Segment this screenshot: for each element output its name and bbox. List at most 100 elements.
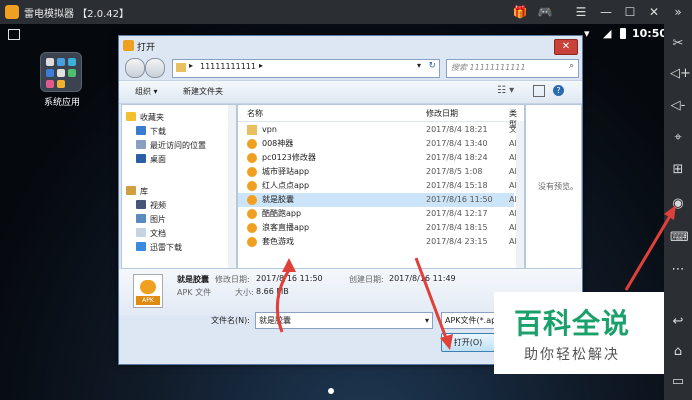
menu-icon[interactable]: ☰ <box>573 4 589 20</box>
close-icon[interactable]: ✕ <box>646 4 662 20</box>
filename-input[interactable]: 就是胶囊 ▾ <box>255 312 433 329</box>
screenshot-icon <box>8 29 20 40</box>
nav-favorites[interactable]: 收藏夹 <box>126 111 164 125</box>
file-name: 就是胶囊 <box>262 195 294 204</box>
filename-dropdown-icon[interactable]: ▾ <box>425 313 429 328</box>
file-row[interactable]: pc0123修改器2017/8/4 18:24APK <box>238 151 524 165</box>
emulator-sidebar: ✂ ◁+ ◁- ⌖ ⊞ ◉ ⌨ ⋯ ↩ ⌂ ▭ <box>664 24 692 400</box>
wifi-icon: ▾ <box>584 27 590 40</box>
address-bar[interactable]: ▸ 11111111111 ▸ ▾ ↻ <box>172 59 440 78</box>
address-folder[interactable]: 11111111111 <box>200 62 256 71</box>
file-list: 名称 修改日期 类型 vpn2017/8/4 18:21文件008神器2017/… <box>237 104 525 269</box>
file-date: 2017/8/16 11:50 <box>426 195 493 204</box>
file-list-scrollbar[interactable] <box>516 121 524 268</box>
apk-file-icon <box>247 195 257 205</box>
location-icon[interactable]: ⌖ <box>670 130 686 146</box>
document-icon <box>136 228 146 237</box>
folder-icon <box>176 63 186 72</box>
file-row[interactable]: 红人点点app2017/8/4 15:18APK <box>238 179 524 193</box>
breadcrumb-separator: ▸ <box>259 61 264 70</box>
file-date: 2017/8/4 12:17 <box>426 209 488 218</box>
organize-button[interactable]: 组织 ▾ <box>135 86 158 97</box>
apk-file-icon <box>247 237 257 247</box>
nav-desktop[interactable]: 桌面 <box>136 153 166 167</box>
refresh-icon[interactable]: ↻ <box>428 61 436 71</box>
view-options-icon[interactable]: ☷ ▾ <box>497 85 514 96</box>
address-dropdown-icon[interactable]: ▾ <box>417 61 421 70</box>
column-date[interactable]: 修改日期 <box>426 108 458 119</box>
forward-arrow-button[interactable] <box>145 58 165 78</box>
file-row[interactable]: 城市驿站app2017/8/5 1:08APK <box>238 165 524 179</box>
fullscreen-icon[interactable]: ✂ <box>670 36 686 52</box>
page-indicator-dot <box>328 388 334 394</box>
detail-size: 8.66 MB <box>256 287 289 296</box>
file-date: 2017/8/4 23:15 <box>426 237 488 246</box>
collapse-icon[interactable]: » <box>670 4 686 20</box>
file-date: 2017/8/5 1:08 <box>426 167 483 176</box>
back-arrow-button[interactable] <box>125 58 145 78</box>
dialog-title: 打开 <box>137 43 156 53</box>
file-name: pc0123修改器 <box>262 153 316 162</box>
file-row[interactable]: 套色游戏2017/8/4 23:15APK <box>238 235 524 249</box>
filename-label: 文件名(N): <box>211 316 250 325</box>
watermark-logo: 百科全说 助你轻松解决 <box>494 292 664 374</box>
detail-created-label: 创建日期: <box>349 275 384 284</box>
recent-places-icon <box>136 140 146 149</box>
minimize-icon[interactable]: — <box>598 4 614 20</box>
file-name: 酷酷跑app <box>262 209 302 218</box>
keyboard-icon[interactable]: ⌨ <box>670 230 689 246</box>
gamepad-icon[interactable]: 🎮 <box>537 4 553 20</box>
library-icon <box>126 186 136 195</box>
file-row[interactable]: 就是胶囊2017/8/16 11:50APK <box>238 193 524 207</box>
file-name: 008神器 <box>262 139 294 148</box>
emulator-title: 雷电模拟器 【2.0.42】 <box>24 9 129 20</box>
desktop-icon <box>136 154 146 163</box>
search-icon[interactable]: ⌕ <box>569 61 574 71</box>
file-date: 2017/8/4 18:21 <box>426 125 488 134</box>
file-row[interactable]: 浪客直播app2017/8/4 18:15APK <box>238 221 524 235</box>
new-folder-button[interactable]: 新建文件夹 <box>183 86 223 97</box>
dialog-close-button[interactable]: ✕ <box>554 39 578 55</box>
more-icon[interactable]: ⋯ <box>670 262 686 278</box>
file-name: 套色游戏 <box>262 237 294 246</box>
home-icon[interactable]: ⌂ <box>670 344 686 360</box>
xunlei-icon <box>136 242 146 251</box>
nav-libraries[interactable]: 库 <box>126 185 148 199</box>
system-apps-icon[interactable] <box>40 52 82 92</box>
nav-xunlei[interactable]: 迅雷下载 <box>136 241 182 255</box>
detail-size-label: 大小: <box>235 288 254 297</box>
recent-apps-icon[interactable]: ▭ <box>670 374 686 390</box>
preview-pane-icon[interactable] <box>533 85 545 97</box>
add-apk-icon[interactable]: ⊞ <box>670 162 686 178</box>
gift-icon[interactable]: 🎁 <box>512 4 528 20</box>
apk-file-icon <box>247 167 257 177</box>
file-date: 2017/8/4 18:24 <box>426 153 488 162</box>
dialog-toolbar: 组织 ▾ 新建文件夹 ☷ ▾ ? <box>119 80 582 104</box>
column-header-row: 名称 修改日期 类型 <box>238 105 524 129</box>
apk-file-icon <box>247 181 257 191</box>
column-name[interactable]: 名称 <box>247 108 263 119</box>
nav-scrollbar[interactable] <box>228 105 236 268</box>
no-preview-text: 没有预览。 <box>538 182 578 191</box>
apk-file-icon <box>247 223 257 233</box>
file-name: vpn <box>262 125 277 134</box>
back-icon[interactable]: ↩ <box>670 314 686 330</box>
open-button[interactable]: 打开(O) <box>441 333 495 352</box>
apk-install-icon[interactable]: ◉ <box>670 196 686 212</box>
maximize-icon[interactable]: ☐ <box>622 4 638 20</box>
file-row[interactable]: 酷酷跑app2017/8/4 12:17APK <box>238 207 524 221</box>
system-apps-label: 系统应用 <box>43 98 80 108</box>
nav-downloads[interactable]: 下载 <box>136 125 166 139</box>
volume-down-icon[interactable]: ◁- <box>670 98 686 114</box>
folder-icon <box>247 125 257 135</box>
nav-pictures[interactable]: 图片 <box>136 213 166 227</box>
nav-videos[interactable]: 视频 <box>136 199 166 213</box>
nav-recent[interactable]: 最近访问的位置 <box>136 139 206 153</box>
search-box[interactable]: 搜索 11111111111 ⌕ <box>446 59 579 78</box>
file-row[interactable]: vpn2017/8/4 18:21文件 <box>238 123 524 137</box>
file-row[interactable]: 008神器2017/8/4 13:40APK <box>238 137 524 151</box>
nav-documents[interactable]: 文档 <box>136 227 166 241</box>
help-icon[interactable]: ? <box>553 85 564 96</box>
volume-up-icon[interactable]: ◁+ <box>670 66 691 82</box>
apk-file-icon <box>247 153 257 163</box>
